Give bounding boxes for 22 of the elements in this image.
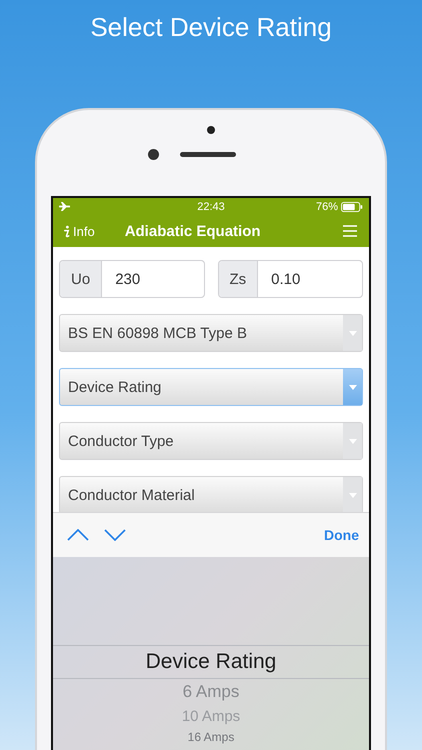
info-icon (63, 224, 70, 238)
camera-icon (207, 126, 215, 134)
picker-item[interactable]: Device Rating (53, 645, 369, 679)
menu-icon[interactable] (343, 225, 357, 237)
dropdown[interactable]: BS EN 60898 MCB Type B (59, 314, 363, 352)
dropdown[interactable]: Conductor Type (59, 422, 363, 460)
screen-title: Adiabatic Equation (124, 222, 261, 240)
speaker-icon (180, 152, 236, 157)
airplane-icon (59, 202, 70, 211)
page-title: Select Device Rating (90, 11, 332, 44)
caret-icon (348, 384, 356, 390)
input-field[interactable]: Zs 0.10 (218, 260, 363, 298)
status-time: 22:43 (196, 200, 226, 212)
battery-percent: 76% (316, 200, 338, 212)
battery-icon (341, 202, 363, 212)
dropdown[interactable]: Device Rating (59, 368, 363, 406)
caret-icon (348, 438, 356, 444)
dropdown[interactable]: Conductor Material (59, 476, 363, 512)
caret-icon (348, 492, 356, 498)
input-field[interactable]: Uo 230 (59, 260, 204, 298)
caret-icon (348, 330, 356, 336)
front-camera-icon (148, 149, 159, 160)
